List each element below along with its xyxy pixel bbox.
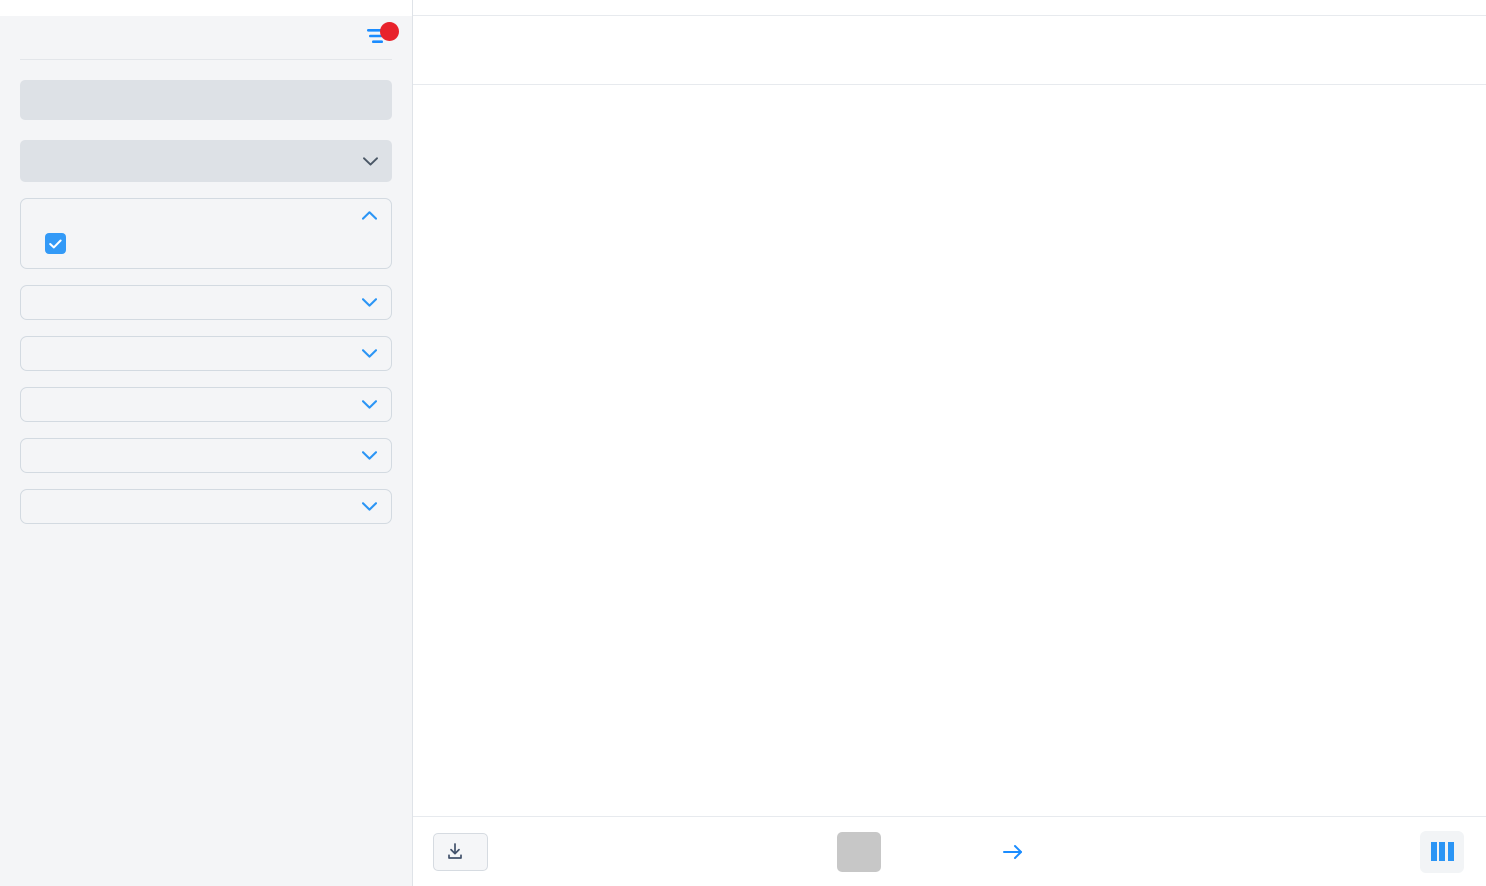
chevron-down-icon[interactable]	[362, 349, 377, 358]
chevron-down-icon[interactable]	[362, 400, 377, 409]
column-header-currency[interactable]	[1114, 16, 1257, 85]
columns-icon-bar	[1439, 842, 1445, 861]
column-settings-button[interactable]	[1420, 830, 1464, 873]
chevron-down-icon[interactable]	[362, 298, 377, 307]
checkbox-baggu[interactable]	[45, 233, 66, 254]
chevron-down-icon[interactable]	[362, 502, 377, 511]
facet-vendor	[20, 198, 392, 269]
sidebar-top-spacer	[0, 0, 412, 16]
filter-count-badge	[380, 21, 399, 41]
facet-fulfillment-service[interactable]	[20, 285, 392, 320]
column-header-image[interactable]	[413, 16, 516, 85]
chevron-up-icon[interactable]	[362, 211, 377, 220]
results-footer	[413, 816, 1486, 886]
filter-icon-wrapper[interactable]	[366, 21, 399, 49]
search-input[interactable]	[20, 80, 392, 120]
main-top-spacer	[413, 0, 1486, 16]
column-header-price-usd[interactable]	[1257, 16, 1405, 85]
page-1-button[interactable]	[836, 831, 881, 872]
products-table-head	[413, 16, 1486, 85]
arrow-right-icon	[1002, 844, 1022, 859]
facet-vendor-header[interactable]	[35, 211, 377, 220]
page-2-button[interactable]	[889, 832, 933, 872]
products-table-scroll[interactable]	[413, 16, 1486, 816]
export-button[interactable]	[433, 832, 488, 871]
column-header-price[interactable]	[956, 16, 1114, 85]
facet-fulfillment-service-header[interactable]	[35, 298, 377, 307]
chevron-down-icon	[363, 156, 378, 166]
facet-option-baggu[interactable]	[35, 233, 377, 254]
facet-sku[interactable]	[20, 387, 392, 422]
facet-inventory-management[interactable]	[20, 336, 392, 371]
columns-icon-bar	[1447, 842, 1454, 861]
facet-tags-header[interactable]	[35, 451, 377, 460]
table-header-row	[413, 16, 1486, 85]
sidebar-header	[20, 16, 399, 60]
chevron-down-icon[interactable]	[362, 451, 377, 460]
facet-tags[interactable]	[20, 438, 392, 473]
column-header-vendor[interactable]	[1405, 16, 1486, 85]
facet-tax-code-header[interactable]	[35, 502, 377, 511]
results-panel	[413, 0, 1486, 886]
facet-inventory-management-header[interactable]	[35, 349, 377, 358]
clear-filters-control[interactable]	[357, 21, 399, 49]
order-results-by-select[interactable]	[20, 140, 392, 182]
facet-vendor-options	[35, 233, 377, 254]
check-icon	[49, 239, 62, 248]
products-table	[413, 16, 1486, 85]
facet-option-baggu-label-group[interactable]	[45, 233, 80, 254]
product-browser-app	[0, 0, 1486, 886]
facet-tax-code[interactable]	[20, 489, 392, 524]
pagination	[383, 831, 1486, 872]
next-page-button[interactable]	[993, 832, 1033, 872]
column-header-title[interactable]	[516, 16, 956, 85]
filters-sidebar	[0, 0, 413, 886]
columns-icon-bar	[1430, 842, 1437, 861]
download-icon	[448, 843, 462, 859]
facet-sku-header[interactable]	[35, 400, 377, 409]
page-3-button[interactable]	[941, 832, 985, 872]
